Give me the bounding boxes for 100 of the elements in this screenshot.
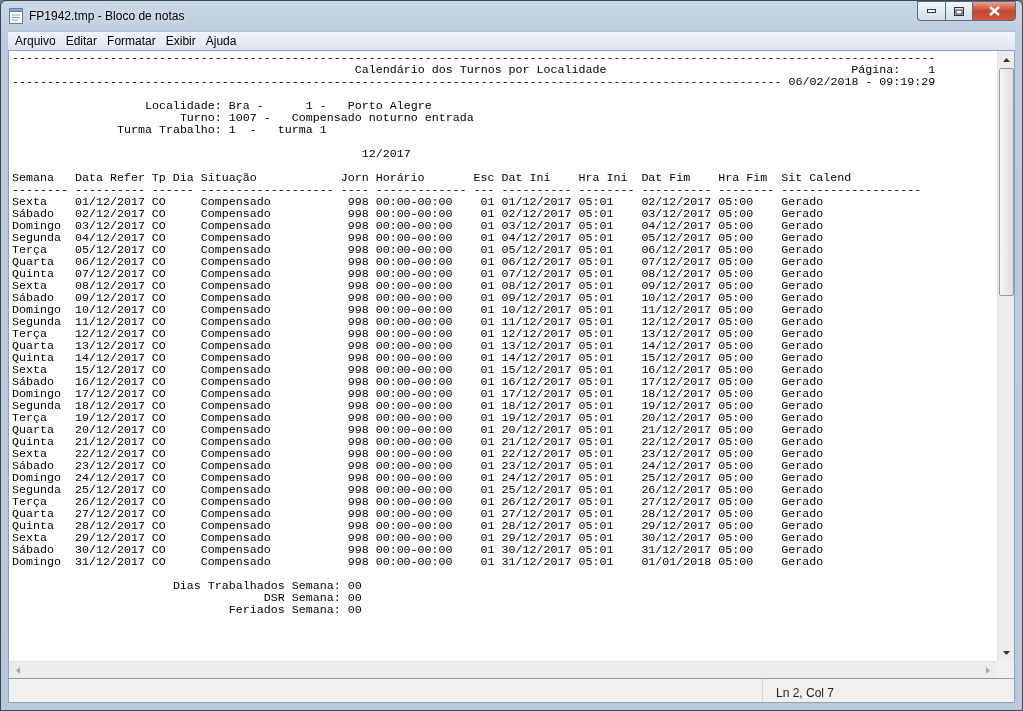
- maximize-button[interactable]: [945, 1, 972, 21]
- table-cell-text: 05:01: [578, 460, 615, 472]
- table-cell: 08/12/2017: [501, 280, 572, 292]
- dash-line: --------------------------------------------------------------------------------------------------------------: [12, 76, 782, 88]
- table-cell: 08/12/2017: [641, 268, 712, 280]
- table-cell-text: 998: [346, 340, 369, 352]
- table-cell-text: Compensado: [200, 436, 272, 448]
- table-cell-text: CO: [151, 328, 167, 340]
- close-button[interactable]: [972, 1, 1016, 21]
- table-cell: 10/12/2017: [74, 304, 145, 316]
- table-cell-text: Gerado: [781, 508, 825, 520]
- table-cell-text: Compensado: [200, 268, 272, 280]
- table-cell-text: CO: [151, 292, 167, 304]
- table-cell-text: 01: [479, 460, 495, 472]
- table-cell-text: 998: [346, 292, 369, 304]
- table-cell: 14/12/2017: [501, 352, 572, 364]
- table-cell-text: 05:01: [578, 484, 615, 496]
- table-cell-text: 05:01: [578, 268, 615, 280]
- table-cell: 15/12/2017: [641, 352, 712, 364]
- table-cell: 29/12/2017: [74, 532, 145, 544]
- table-cell-text: Gerado: [781, 460, 825, 472]
- table-cell-text: 01: [479, 448, 495, 460]
- table-cell: 18/12/2017: [641, 388, 712, 400]
- table-cell-text: 998: [346, 316, 369, 328]
- table-cell-text: 05:01: [578, 208, 615, 220]
- table-cell-text: Gerado: [781, 232, 825, 244]
- table-cell-text: Gerado: [781, 544, 825, 556]
- menu-item[interactable]: Editar: [60, 32, 103, 50]
- dash-line: --------: [578, 184, 635, 196]
- dash-line: ----: [340, 184, 369, 196]
- dash-line: ----------: [74, 184, 145, 196]
- table-cell-text: Compensado: [200, 388, 272, 400]
- table-cell-text: 05:00: [718, 340, 755, 352]
- table-cell-text: Gerado: [781, 316, 825, 328]
- table-cell: 11/12/2017: [74, 316, 145, 328]
- table-cell-text: Compensado: [200, 208, 272, 220]
- table-cell-text: Gerado: [781, 376, 825, 388]
- table-cell-text: Compensado: [200, 520, 272, 532]
- table-cell-text: CO: [151, 448, 167, 460]
- table-cell-text: 05:01: [578, 424, 615, 436]
- table-cell-text: Gerado: [781, 400, 825, 412]
- table-cell-text: Compensado: [200, 352, 272, 364]
- menu-item[interactable]: Formatar: [102, 32, 161, 50]
- table-cell-text: 998: [346, 484, 369, 496]
- table-cell-text: 998: [346, 532, 369, 544]
- table-cell-text: 998: [346, 352, 369, 364]
- scroll-down-icon[interactable]: [1002, 650, 1010, 655]
- table-cell-text: Segunda: [12, 316, 62, 328]
- table-cell-text: 00:00-00:00: [375, 520, 454, 532]
- scroll-up-icon[interactable]: [1002, 57, 1010, 62]
- vertical-scrollbar[interactable]: [997, 51, 1014, 661]
- table-cell-text: 01: [479, 304, 495, 316]
- table-cell-text: 998: [346, 304, 369, 316]
- table-cell-text: 998: [346, 208, 369, 220]
- table-cell: 20/12/2017: [501, 424, 572, 436]
- close-icon: [988, 6, 1000, 16]
- table-cell-text: 00:00-00:00: [375, 460, 454, 472]
- table-cell-text: CO: [151, 208, 167, 220]
- table-cell-text: Gerado: [781, 448, 825, 460]
- table-cell: 05/12/2017: [74, 244, 145, 256]
- menu-item[interactable]: Exibir: [160, 32, 201, 50]
- table-cell-text: Domingo: [12, 304, 62, 316]
- table-cell-text: Compensado: [200, 316, 272, 328]
- table-cell-text: Quinta: [12, 436, 55, 448]
- menu-item[interactable]: Arquivo: [10, 32, 61, 50]
- table-cell-text: 00:00-00:00: [375, 436, 454, 448]
- table-cell-text: 998: [346, 400, 369, 412]
- table-cell-text: Compensado: [200, 496, 272, 508]
- menu-item[interactable]: Ajuda: [200, 32, 242, 50]
- table-cell: 16/12/2017: [501, 376, 572, 388]
- table-cell-text: Gerado: [781, 304, 825, 316]
- scrollbar-thumb[interactable]: [998, 68, 1014, 296]
- minimize-button[interactable]: [917, 1, 945, 21]
- table-cell-text: CO: [151, 340, 167, 352]
- table-cell-text: Compensado: [200, 304, 272, 316]
- table-cell: 08/12/2017: [74, 280, 145, 292]
- table-cell-text: CO: [151, 268, 167, 280]
- table-cell-text: 998: [346, 256, 369, 268]
- table-cell-text: 998: [346, 376, 369, 388]
- table-cell: 21/12/2017: [641, 424, 712, 436]
- table-cell-text: CO: [151, 244, 167, 256]
- table-cell-text: Gerado: [781, 556, 825, 568]
- total-value: 00: [347, 580, 362, 592]
- table-cell: 29/12/2017: [641, 520, 712, 532]
- table-cell: 12/12/2017: [501, 328, 572, 340]
- table-cell-text: 00:00-00:00: [375, 220, 454, 232]
- table-cell-text: 05:01: [578, 292, 615, 304]
- table-cell: 27/12/2017: [501, 508, 572, 520]
- table-cell: 27/12/2017: [74, 508, 145, 520]
- field-value: Porto Alegre: [347, 100, 432, 112]
- table-cell-text: Gerado: [781, 244, 825, 256]
- table-cell-text: 00:00-00:00: [375, 496, 454, 508]
- table-cell-text: CO: [151, 400, 167, 412]
- table-cell-text: 05:01: [578, 196, 615, 208]
- table-cell-text: Terça: [12, 412, 48, 424]
- table-cell-text: 05:00: [718, 208, 755, 220]
- table-cell: 14/12/2017: [641, 340, 712, 352]
- field-value: 1 -: [305, 100, 327, 112]
- table-cell-text: 05:01: [578, 520, 615, 532]
- table-cell-text: 01: [479, 544, 495, 556]
